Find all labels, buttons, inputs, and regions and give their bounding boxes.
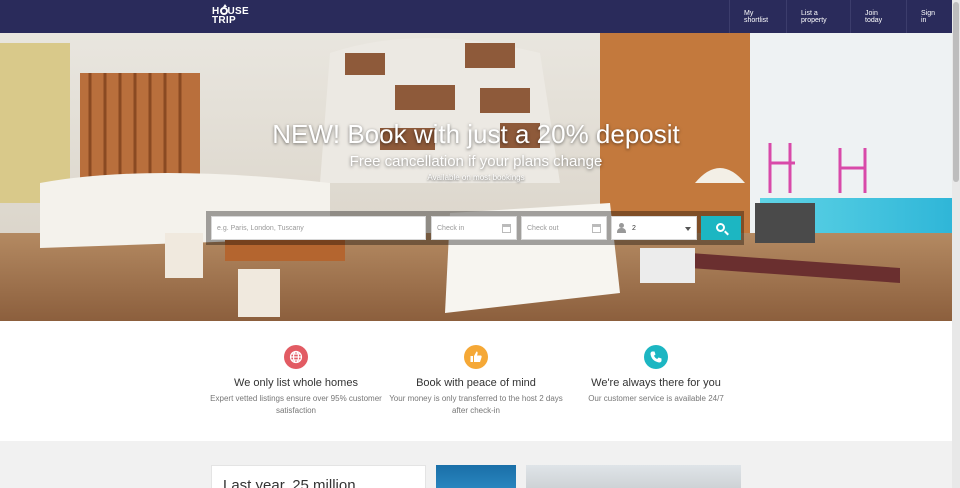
feature-title: Book with peace of mind [416, 377, 536, 389]
check-out-field[interactable]: Check out [521, 216, 607, 240]
nav-sign-in[interactable]: Sign in [906, 0, 952, 33]
housetrip-logo[interactable]: H USE TRIP [212, 4, 252, 27]
hero-title: NEW! Book with just a 20% deposit [272, 119, 680, 149]
hero-note: Available on most bookings [427, 173, 525, 182]
promo-image-blue[interactable] [436, 465, 516, 488]
thumbs-up-icon [464, 345, 488, 369]
feature-support: We're always there for you Our customer … [561, 345, 751, 405]
person-icon [617, 223, 626, 233]
nav-list-property[interactable]: List a property [786, 0, 850, 33]
destination-input[interactable]: e.g. Paris, London, Tuscany [211, 216, 426, 240]
hero-subtitle: Free cancellation if your plans change [349, 153, 603, 170]
search-icon [715, 222, 725, 232]
top-nav-bar: H USE TRIP My shortlist List a property J… [0, 0, 952, 33]
globe-icon [284, 345, 308, 369]
guests-value: 2 [632, 224, 636, 232]
logo-house-icon [219, 4, 228, 15]
feature-text: Your money is only transferred to the ho… [389, 394, 563, 415]
logo-line2: TRIP [212, 15, 236, 26]
chevron-down-icon [685, 227, 691, 231]
check-out-placeholder: Check out [527, 224, 559, 232]
promo-card: Last year, 25 million [211, 465, 426, 488]
main-nav: My shortlist List a property Join today … [729, 0, 952, 33]
feature-title: We only list whole homes [234, 377, 358, 389]
feature-text: Our customer service is available 24/7 [588, 394, 724, 403]
check-in-placeholder: Check in [437, 224, 465, 232]
calendar-icon [502, 224, 511, 233]
phone-icon [644, 345, 668, 369]
nav-my-shortlist[interactable]: My shortlist [729, 0, 786, 33]
hero-banner: NEW! Book with just a 20% deposit Free c… [0, 33, 952, 321]
feature-peace-of-mind: Book with peace of mind Your money is on… [381, 345, 571, 417]
feature-whole-homes: We only list whole homes Expert vetted l… [201, 345, 391, 417]
page: H USE TRIP My shortlist List a property J… [0, 0, 952, 488]
guests-select[interactable]: 2 [611, 216, 697, 240]
feature-title: We're always there for you [591, 377, 721, 389]
check-in-field[interactable]: Check in [431, 216, 517, 240]
scrollbar-thumb[interactable] [953, 2, 959, 182]
page-scrollbar[interactable] [952, 0, 960, 488]
feature-text: Expert vetted listings ensure over 95% c… [210, 394, 382, 415]
calendar-icon [592, 224, 601, 233]
promo-heading: Last year, 25 million [223, 477, 356, 488]
promo-image-city[interactable] [526, 465, 741, 488]
search-form: e.g. Paris, London, Tuscany Check in Che… [206, 211, 744, 245]
search-button[interactable] [701, 216, 741, 240]
features-section: We only list whole homes Expert vetted l… [0, 321, 952, 441]
nav-join-today[interactable]: Join today [850, 0, 906, 33]
